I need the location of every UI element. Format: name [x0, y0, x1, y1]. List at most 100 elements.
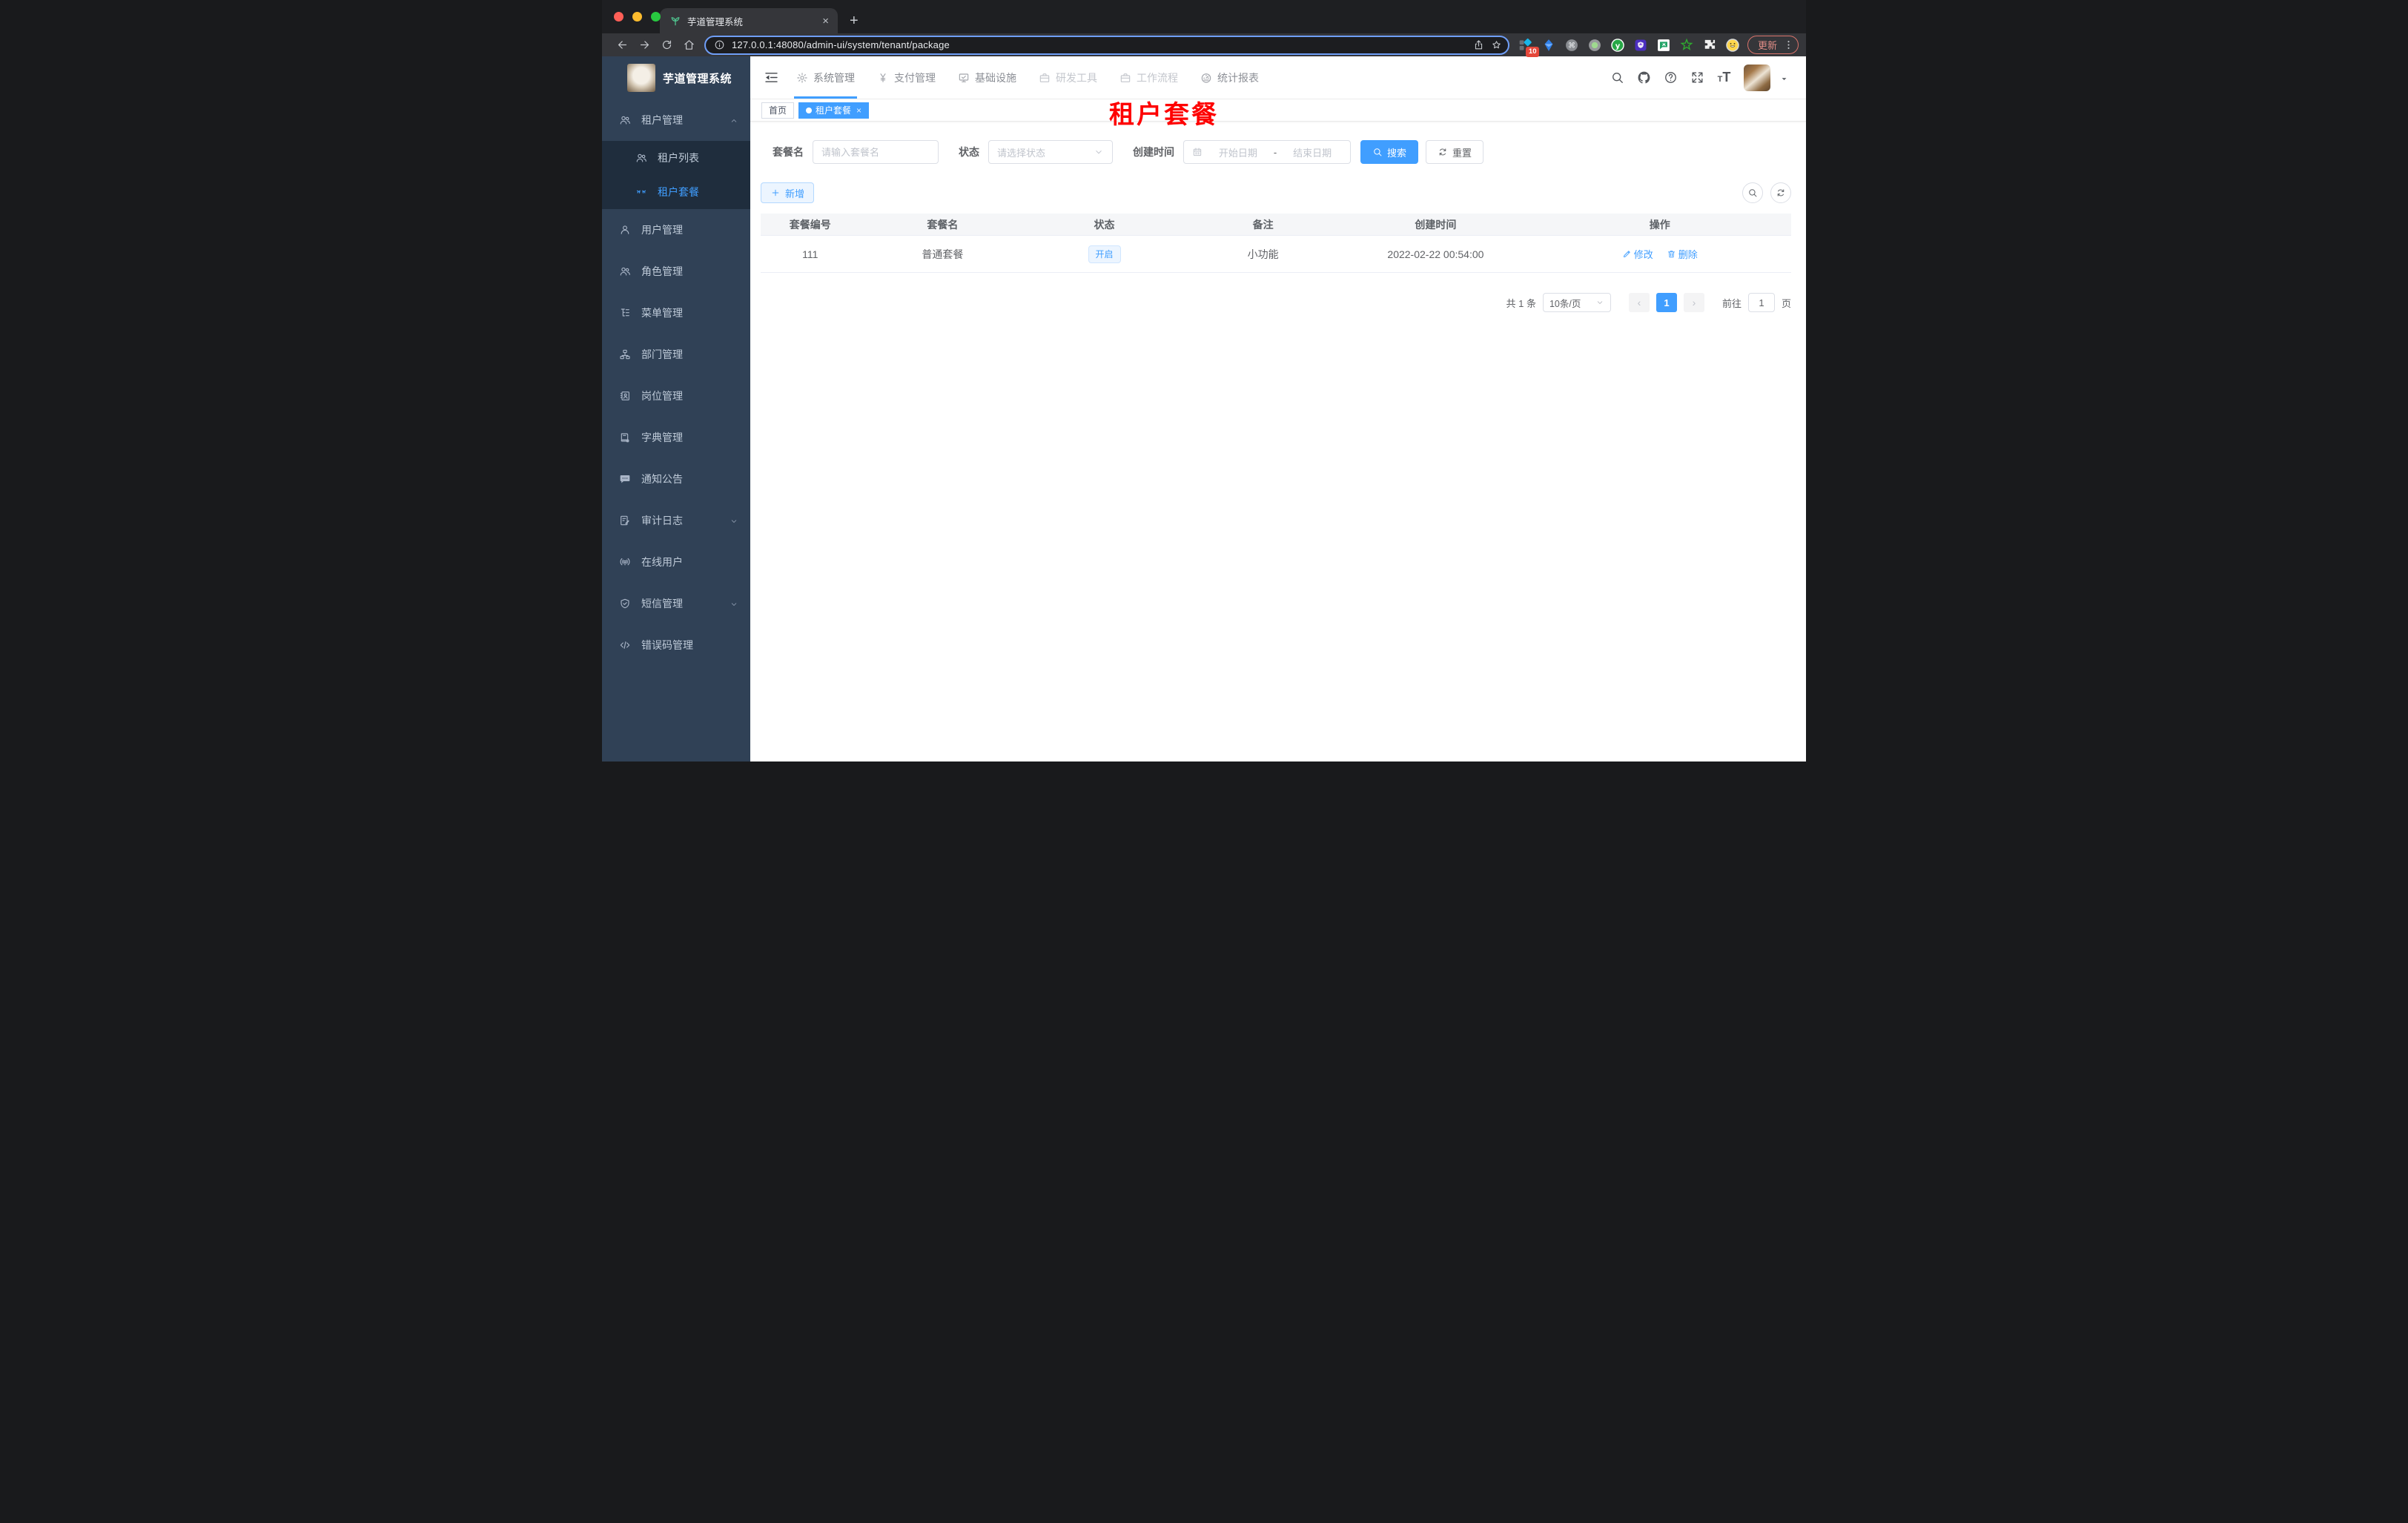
top-nav-item-系统管理[interactable]: 系统管理 [785, 56, 866, 99]
help-icon[interactable] [1664, 70, 1678, 85]
prev-page-button[interactable]: ‹ [1628, 293, 1650, 312]
refresh-table-button[interactable] [1770, 182, 1791, 203]
window-minimize-button[interactable] [632, 12, 642, 22]
sidebar-item-label: 字典管理 [641, 432, 683, 443]
date-range-picker[interactable]: 开始日期 - 结束日期 [1183, 140, 1351, 164]
github-icon[interactable] [1637, 70, 1651, 85]
sidebar-item-短信管理[interactable]: 短信管理 [602, 583, 750, 624]
tab-close-icon[interactable]: × [821, 16, 830, 27]
delete-link[interactable]: 删除 [1667, 247, 1698, 261]
sidebar-item-租户套餐[interactable]: 租户套餐 [602, 175, 750, 209]
tag-首页[interactable]: 首页 [761, 102, 795, 119]
top-nav-item-基础设施[interactable]: 基础设施 [947, 56, 1028, 99]
sidebar-item-租户列表[interactable]: 租户列表 [602, 141, 750, 175]
page-1-button[interactable]: 1 [1656, 293, 1677, 312]
sidebar-item-租户管理[interactable]: 租户管理 [602, 99, 750, 141]
package-name-input-field[interactable] [821, 146, 930, 158]
command-extension-icon[interactable]: ⌘ [1564, 37, 1580, 53]
url-text[interactable]: 127.0.0.1:48080/admin-ui/system/tenant/p… [732, 39, 1466, 50]
share-icon[interactable] [1473, 39, 1484, 50]
bookmark-star-icon[interactable] [1491, 39, 1502, 50]
shield-icon [619, 598, 631, 609]
chevron-down-icon [1094, 147, 1104, 157]
purple-shield-extension-icon[interactable] [1633, 37, 1649, 53]
sidebar-item-字典管理[interactable]: 字典管理 [602, 417, 750, 458]
users-icon [635, 152, 647, 164]
search-button-label: 搜索 [1387, 147, 1407, 159]
top-nav-item-研发工具[interactable]: 研发工具 [1028, 56, 1108, 99]
sidebar-item-在线用户[interactable]: 在线用户 [602, 541, 750, 583]
sidebar-item-审计日志[interactable]: 审计日志 [602, 500, 750, 541]
browser-update-button[interactable]: 更新 [1747, 36, 1799, 54]
chevron-down-icon [1595, 298, 1604, 307]
back-icon[interactable] [611, 36, 633, 55]
page-size-select[interactable]: 10条/页 [1542, 293, 1611, 312]
window-close-button[interactable] [614, 12, 624, 22]
new-tab-button[interactable]: + [850, 13, 859, 28]
status-select[interactable]: 请选择状态 [988, 140, 1113, 164]
home-icon[interactable] [678, 36, 700, 55]
code-icon [619, 639, 631, 651]
edit-link[interactable]: 修改 [1622, 247, 1653, 261]
user-avatar[interactable] [1744, 64, 1770, 91]
log-icon [619, 515, 631, 526]
sidebar-item-角色管理[interactable]: 角色管理 [602, 251, 750, 292]
sidebar-item-菜单管理[interactable]: 菜单管理 [602, 292, 750, 334]
package-name-input[interactable] [813, 140, 939, 164]
sidebar-item-岗位管理[interactable]: 岗位管理 [602, 375, 750, 417]
sidebar-item-通知公告[interactable]: 通知公告 [602, 458, 750, 500]
refresh-icon [1438, 147, 1448, 157]
header-actions: TT [1610, 64, 1788, 91]
tree-icon [619, 307, 631, 319]
puzzle-extension-icon[interactable] [1702, 37, 1718, 53]
goto-page-input-field[interactable] [1748, 297, 1774, 308]
green-star-extension-icon[interactable] [1679, 37, 1695, 53]
goto-page-input[interactable] [1747, 293, 1775, 312]
tag-租户套餐[interactable]: 租户套餐 × [798, 102, 870, 119]
search-icon[interactable] [1610, 70, 1624, 85]
search-button[interactable]: 搜索 [1360, 140, 1419, 164]
reload-icon[interactable] [655, 36, 678, 55]
message-icon [619, 473, 631, 485]
site-favicon-leaf-icon [669, 15, 681, 27]
sidebar-item-错误码管理[interactable]: 错误码管理 [602, 624, 750, 666]
reset-button[interactable]: 重置 [1426, 140, 1484, 164]
logo-avatar [627, 64, 655, 92]
table-row[interactable]: 111 普通套餐 开启 小功能 2022-02-22 00:54:00 修改 删除 [761, 236, 1791, 273]
tag-label: 首页 [769, 105, 787, 116]
y-green-extension-icon[interactable]: y [1610, 37, 1626, 53]
caret-down-icon[interactable] [1780, 73, 1788, 82]
end-date-placeholder: 结束日期 [1293, 147, 1332, 159]
action-label: 修改 [1633, 249, 1653, 260]
next-page-button[interactable]: › [1683, 293, 1704, 312]
font-size-icon[interactable]: TT [1717, 70, 1731, 85]
blue-gem-extension-icon[interactable] [1541, 37, 1557, 53]
top-nav-item-支付管理[interactable]: 支付管理 [866, 56, 947, 99]
tags-view-bar: 首页 租户套餐 × [750, 99, 1806, 122]
sidebar-logo[interactable]: 芋道管理系统 [602, 56, 750, 99]
page-unit-label: 页 [1781, 297, 1791, 309]
forward-icon[interactable] [633, 36, 655, 55]
green-chat-extension-icon[interactable] [1656, 37, 1672, 53]
browser-menu-dots-icon[interactable] [1783, 39, 1794, 50]
sidebar-collapse-icon[interactable] [764, 70, 779, 85]
site-info-icon[interactable] [714, 39, 725, 50]
browser-tab[interactable]: 芋道管理系统 × [660, 8, 838, 33]
tab-title: 芋道管理系统 [687, 16, 744, 27]
blue-diamond-extension-icon[interactable]: 10 [1518, 37, 1539, 57]
sidebar-item-用户管理[interactable]: 用户管理 [602, 209, 750, 251]
cell-actions: 修改 删除 [1529, 247, 1791, 261]
address-bar[interactable]: 127.0.0.1:48080/admin-ui/system/tenant/p… [704, 35, 1509, 55]
emoji-profile-icon[interactable] [1725, 37, 1741, 53]
tag-close-icon[interactable]: × [856, 105, 861, 116]
show-search-toggle-button[interactable] [1742, 182, 1763, 203]
green-dot-extension-icon[interactable] [1587, 37, 1603, 53]
status-badge: 开启 [1088, 245, 1121, 263]
add-button[interactable]: 新增 [761, 182, 815, 203]
top-nav-label: 研发工具 [1056, 71, 1097, 84]
fullscreen-icon[interactable] [1690, 70, 1704, 85]
top-nav-item-工作流程[interactable]: 工作流程 [1108, 56, 1189, 99]
window-zoom-button[interactable] [651, 12, 661, 22]
top-nav-item-统计报表[interactable]: 统计报表 [1189, 56, 1270, 99]
sidebar-item-部门管理[interactable]: 部门管理 [602, 334, 750, 375]
